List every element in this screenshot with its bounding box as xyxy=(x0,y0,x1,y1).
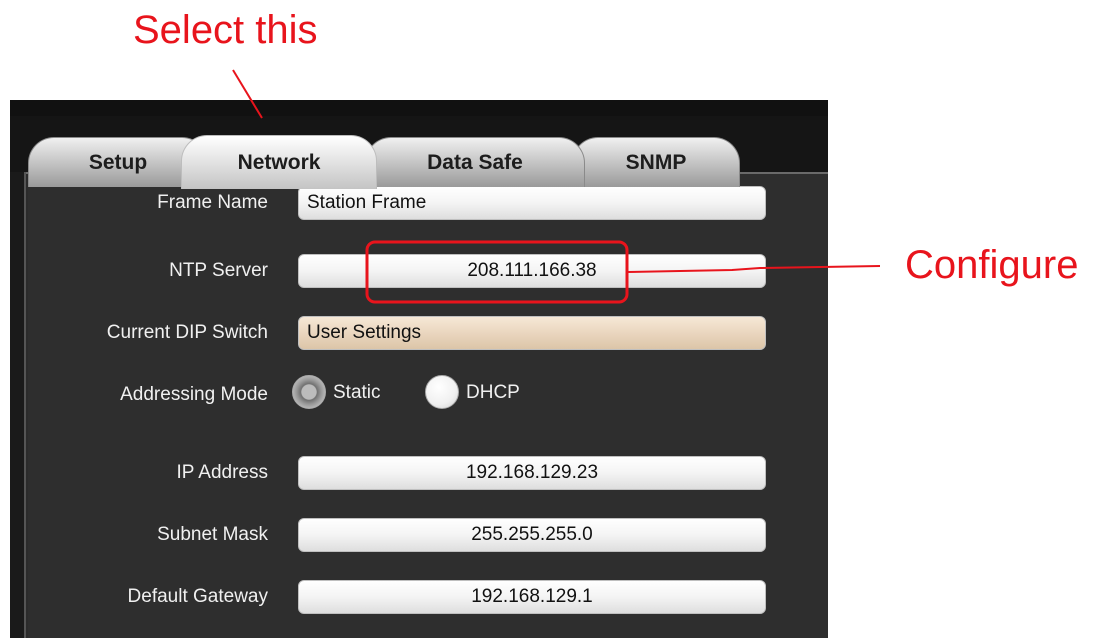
subnet-mask-label: Subnet Mask xyxy=(157,524,268,545)
ip-address-label: IP Address xyxy=(176,462,268,483)
dhcp-radio[interactable] xyxy=(425,375,459,409)
tab-data-safe-label: Data Safe xyxy=(427,150,523,174)
dhcp-radio-label: DHCP xyxy=(466,382,520,403)
addressing-mode-label: Addressing Mode xyxy=(120,384,268,405)
tab-network-label: Network xyxy=(237,150,321,174)
default-gateway-label: Default Gateway xyxy=(127,586,268,607)
ntp-server-field[interactable]: 208.111.166.38 xyxy=(298,254,766,288)
frame-name-field[interactable]: Station Frame xyxy=(298,186,766,220)
static-radio[interactable] xyxy=(292,375,326,409)
subnet-mask-field[interactable]: 255.255.255.0 xyxy=(298,518,766,552)
tab-setup-label: Setup xyxy=(88,150,148,174)
tab-bar: Setup Network Data Safe SNMP xyxy=(10,116,828,189)
network-settings-window: Setup Network Data Safe SNMP Frame Name … xyxy=(10,100,828,638)
ip-address-field[interactable]: 192.168.129.23 xyxy=(298,456,766,490)
static-radio-label: Static xyxy=(333,382,381,403)
tab-snmp-label: SNMP xyxy=(625,150,687,174)
select-this-annotation: Select this xyxy=(133,8,318,52)
frame-name-label: Frame Name xyxy=(157,192,268,213)
left-rail xyxy=(10,172,26,638)
default-gateway-field[interactable]: 192.168.129.1 xyxy=(298,580,766,614)
dip-switch-label: Current DIP Switch xyxy=(106,322,268,343)
tab-snmp[interactable]: SNMP xyxy=(572,137,740,187)
dip-switch-field: User Settings xyxy=(298,316,766,350)
window-top-strip xyxy=(10,100,828,116)
tab-network[interactable]: Network xyxy=(181,135,377,189)
configure-annotation: Configure xyxy=(905,243,1079,287)
tab-data-safe[interactable]: Data Safe xyxy=(365,137,585,187)
ntp-server-label: NTP Server xyxy=(169,260,268,281)
network-panel: Frame Name Station Frame NTP Server 208.… xyxy=(28,174,828,638)
